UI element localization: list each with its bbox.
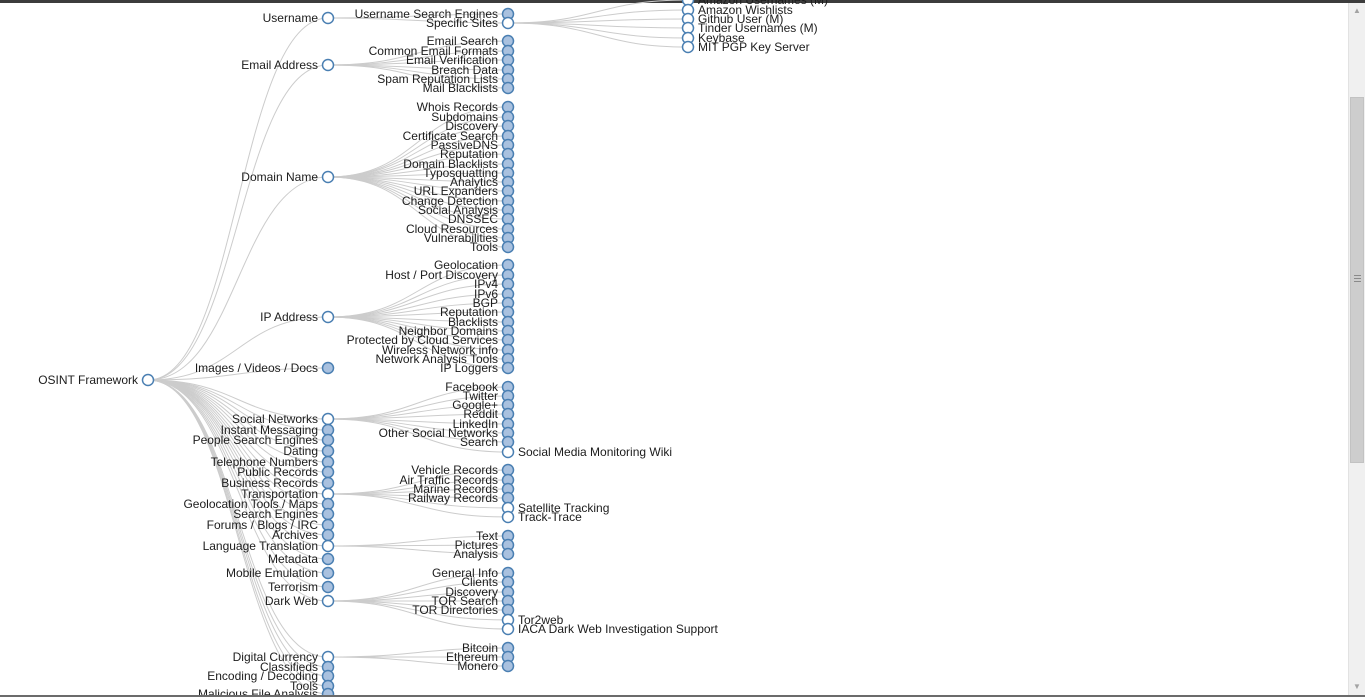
tree-node-tools[interactable]: Tools [470, 240, 515, 254]
collapsed-node-circle-icon[interactable] [321, 566, 335, 580]
tree-node-ip-address[interactable]: IP Address [260, 310, 335, 324]
tree-node-domain-name[interactable]: Domain Name [241, 170, 335, 184]
node-label[interactable]: Domain Name [241, 170, 318, 184]
expanded-node-circle-icon[interactable] [321, 58, 335, 72]
node-label[interactable]: IP Loggers [440, 361, 498, 375]
tree-node-social-media-monitoring-wiki[interactable]: Social Media Monitoring Wiki [501, 445, 673, 459]
tree-node-iaca-dark-web-investigation-support[interactable]: IACA Dark Web Investigation Support [501, 622, 719, 636]
tree-link [507, 18, 689, 24]
expanded-node-circle-icon[interactable] [321, 539, 335, 553]
node-label[interactable]: Monero [457, 659, 498, 673]
tree-link [507, 22, 689, 48]
osint-tree-diagram[interactable]: OSINT FrameworkUsername Username Search E… [0, 0, 1348, 695]
scrollbar-grip-icon [1354, 275, 1361, 283]
collapsed-node-circle-icon[interactable] [321, 580, 335, 594]
node-label[interactable]: Search [460, 435, 498, 449]
vertical-scrollbar[interactable]: ▲ ▼ [1348, 3, 1365, 695]
tree-node-monero[interactable]: Monero [457, 659, 515, 673]
node-label[interactable]: Mobile Emulation [226, 566, 318, 580]
node-label[interactable]: Specific Sites [426, 16, 498, 30]
tree-link [147, 17, 329, 381]
tree-node-language-translation[interactable]: Language Translation [203, 539, 335, 553]
expanded-node-circle-icon[interactable] [321, 594, 335, 608]
node-label[interactable]: Track-Trace [518, 510, 582, 524]
node-label[interactable]: Terrorism [268, 580, 318, 594]
tree-node-images-videos-docs[interactable]: Images / Videos / Docs [195, 361, 335, 375]
expanded-node-circle-icon[interactable] [681, 40, 695, 54]
node-label[interactable]: Mail Blacklists [423, 81, 498, 95]
node-label[interactable]: OSINT Framework [38, 373, 139, 387]
collapsed-node-circle-icon[interactable] [321, 465, 335, 479]
tree-link [147, 64, 329, 381]
node-label[interactable]: MIT PGP Key Server [698, 40, 810, 54]
tree-node-railway-records[interactable]: Railway Records [408, 491, 515, 505]
node-label[interactable]: Tools [470, 240, 498, 254]
tree-node-mobile-emulation[interactable]: Mobile Emulation [226, 566, 335, 580]
tree-node-metadata[interactable]: Metadata [268, 552, 335, 566]
expanded-node-circle-icon[interactable] [501, 622, 515, 636]
scroll-up-arrow-icon[interactable]: ▲ [1349, 3, 1365, 19]
collapsed-node-circle-icon[interactable] [501, 81, 515, 95]
expanded-node-circle-icon[interactable] [321, 412, 335, 426]
collapsed-node-circle-icon[interactable] [501, 361, 515, 375]
collapsed-node-circle-icon[interactable] [321, 552, 335, 566]
expanded-node-circle-icon[interactable] [501, 445, 515, 459]
tree-node-username[interactable]: Username [263, 11, 335, 25]
scrollbar-thumb[interactable] [1350, 97, 1364, 463]
tree-node-dark-web[interactable]: Dark Web [265, 594, 335, 608]
node-label[interactable]: Metadata [268, 552, 318, 566]
tree-node-osint-framework[interactable]: OSINT Framework [38, 373, 155, 387]
collapsed-node-circle-icon[interactable] [321, 528, 335, 542]
collapsed-node-circle-icon[interactable] [321, 476, 335, 490]
tree-node-malicious-file-analysis[interactable]: Malicious File Analysis [198, 687, 335, 695]
tree-node-mit-pgp-key-server[interactable]: MIT PGP Key Server [681, 40, 810, 54]
expanded-node-circle-icon[interactable] [141, 373, 155, 387]
expanded-node-circle-icon[interactable] [321, 170, 335, 184]
node-label[interactable]: IP Address [260, 310, 318, 324]
node-label[interactable]: Railway Records [408, 491, 498, 505]
expanded-node-circle-icon[interactable] [501, 16, 515, 30]
node-label[interactable]: IACA Dark Web Investigation Support [518, 622, 719, 636]
node-label[interactable]: Dark Web [265, 594, 318, 608]
collapsed-node-circle-icon[interactable] [501, 547, 515, 561]
node-label[interactable]: Username [263, 11, 319, 25]
collapsed-node-circle-icon[interactable] [321, 507, 335, 521]
collapsed-node-circle-icon[interactable] [321, 361, 335, 375]
node-label[interactable]: Social Media Monitoring Wiki [518, 445, 672, 459]
collapsed-node-circle-icon[interactable] [321, 433, 335, 447]
tree-node-track-trace[interactable]: Track-Trace [501, 510, 583, 524]
tree-link [147, 176, 329, 381]
node-label[interactable]: Images / Videos / Docs [195, 361, 318, 375]
node-label[interactable]: Email Address [241, 58, 318, 72]
node-label[interactable]: Language Translation [203, 539, 318, 553]
collapsed-node-circle-icon[interactable] [501, 240, 515, 254]
tree-node-analysis[interactable]: Analysis [453, 547, 515, 561]
node-label[interactable]: Malicious File Analysis [198, 687, 318, 695]
collapsed-node-circle-icon[interactable] [321, 444, 335, 458]
tree-node-terrorism[interactable]: Terrorism [268, 580, 335, 594]
collapsed-node-circle-icon[interactable] [501, 659, 515, 673]
expanded-node-circle-icon[interactable] [321, 11, 335, 25]
tree-node-email-address[interactable]: Email Address [241, 58, 335, 72]
expanded-node-circle-icon[interactable] [321, 310, 335, 324]
node-label[interactable]: Analysis [453, 547, 498, 561]
expanded-node-circle-icon[interactable] [501, 510, 515, 524]
tree-node-ip-loggers[interactable]: IP Loggers [440, 361, 515, 375]
node-label[interactable]: TOR Directories [412, 603, 498, 617]
scroll-down-arrow-icon[interactable]: ▼ [1349, 679, 1365, 695]
